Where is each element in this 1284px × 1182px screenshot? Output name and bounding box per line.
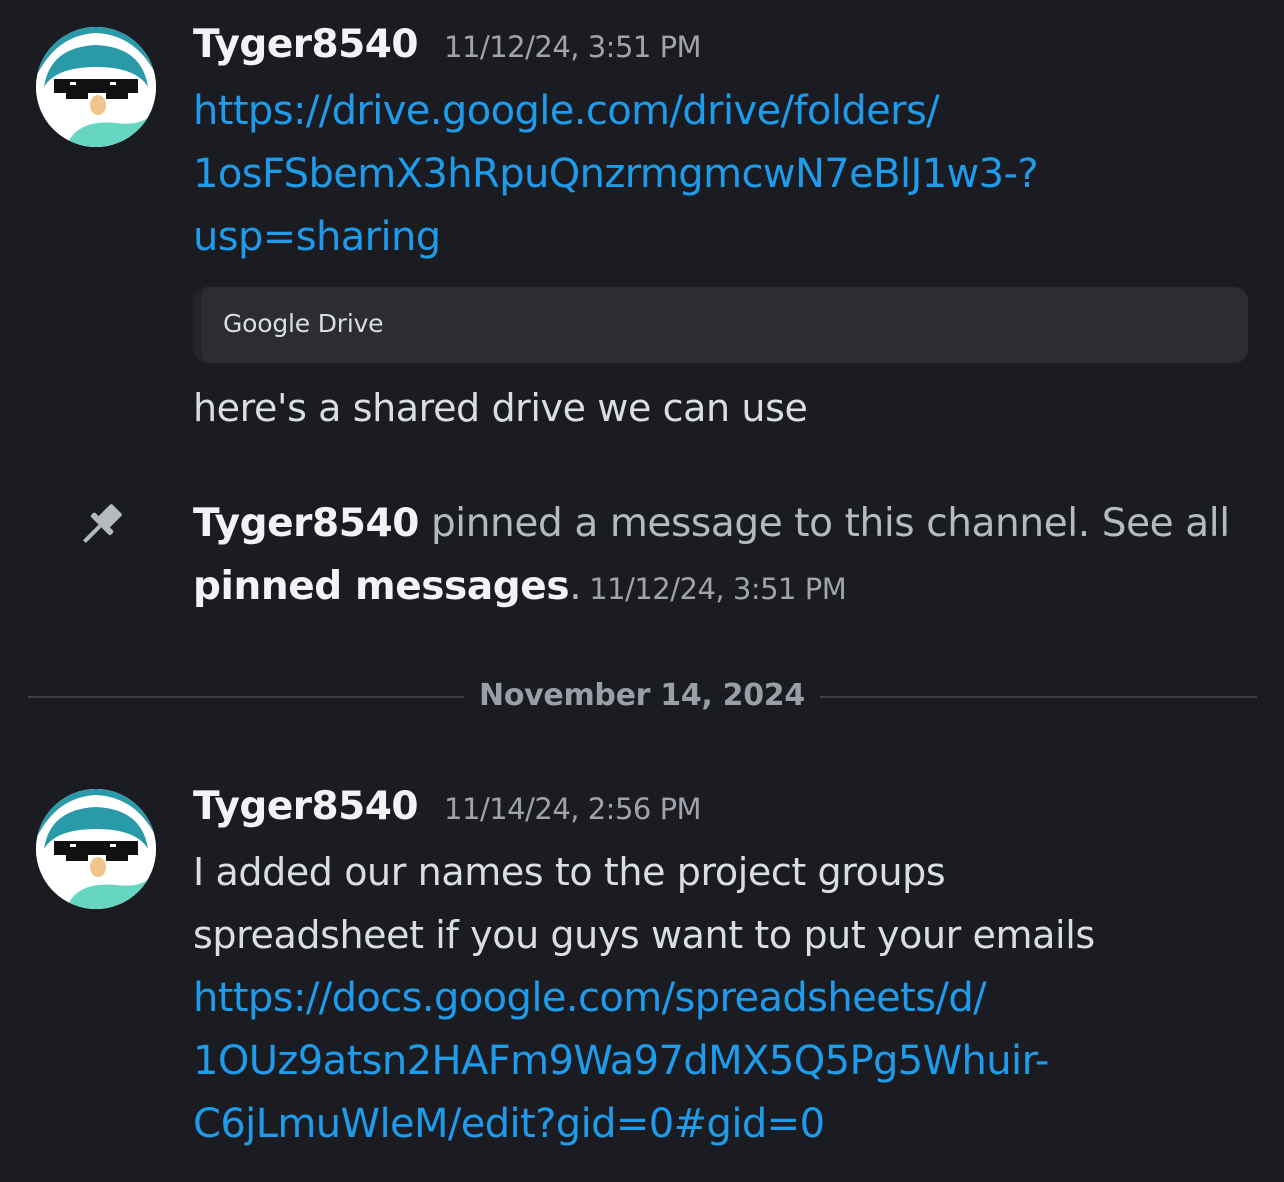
avatar[interactable] bbox=[36, 27, 156, 147]
pinned-messages-link[interactable]: pinned messages bbox=[193, 564, 570, 609]
system-text-before: pinned a message to this channel. See al… bbox=[418, 501, 1230, 546]
message-link-line-1[interactable]: https://drive.google.com/drive/folders/ bbox=[193, 80, 1253, 143]
message-link-line-1[interactable]: https://docs.google.com/spreadsheets/d/ bbox=[193, 967, 1253, 1030]
message-link-line-2[interactable]: 1osFSbemX3hRpuQnzrmgmcwN7eBlJ1w3-? bbox=[193, 143, 1253, 206]
link-embed[interactable]: Google Drive bbox=[193, 287, 1248, 363]
system-timestamp[interactable]: 11/12/24, 3:51 PM bbox=[589, 572, 847, 606]
message-link-line-2[interactable]: 1OUz9atsn2HAFm9Wa97dMX5Q5Pg5Whuir- bbox=[193, 1030, 1253, 1093]
avatar[interactable] bbox=[36, 789, 156, 909]
system-username[interactable]: Tyger8540 bbox=[193, 501, 419, 546]
message-link-line-3[interactable]: usp=sharing bbox=[193, 206, 1253, 269]
timestamp[interactable]: 11/12/24, 3:51 PM bbox=[444, 30, 702, 64]
message-text-line-1: I added our names to the project groups bbox=[193, 850, 946, 894]
avatar-image bbox=[36, 27, 156, 147]
divider-line-right bbox=[820, 696, 1257, 698]
embed-provider-name[interactable]: Google Drive bbox=[223, 309, 384, 338]
date-divider: November 14, 2024 bbox=[28, 676, 1257, 716]
timestamp[interactable]: 11/14/24, 2:56 PM bbox=[444, 792, 702, 826]
message-text: here's a shared drive we can use bbox=[193, 386, 808, 430]
divider-line-left bbox=[28, 696, 464, 698]
message-link-line-3[interactable]: C6jLmuWleM/edit?gid=0#gid=0 bbox=[193, 1093, 1253, 1156]
system-text-after: . bbox=[569, 564, 582, 609]
username[interactable]: Tyger8540 bbox=[193, 784, 419, 829]
username[interactable]: Tyger8540 bbox=[193, 22, 419, 67]
system-message: Tyger8540 pinned a message to this chann… bbox=[193, 492, 1253, 621]
pin-icon bbox=[83, 504, 122, 543]
avatar-image bbox=[36, 789, 156, 909]
message-text-line-2: spreadsheet if you guys want to put your… bbox=[193, 913, 1095, 957]
date-divider-label: November 14, 2024 bbox=[479, 678, 805, 713]
